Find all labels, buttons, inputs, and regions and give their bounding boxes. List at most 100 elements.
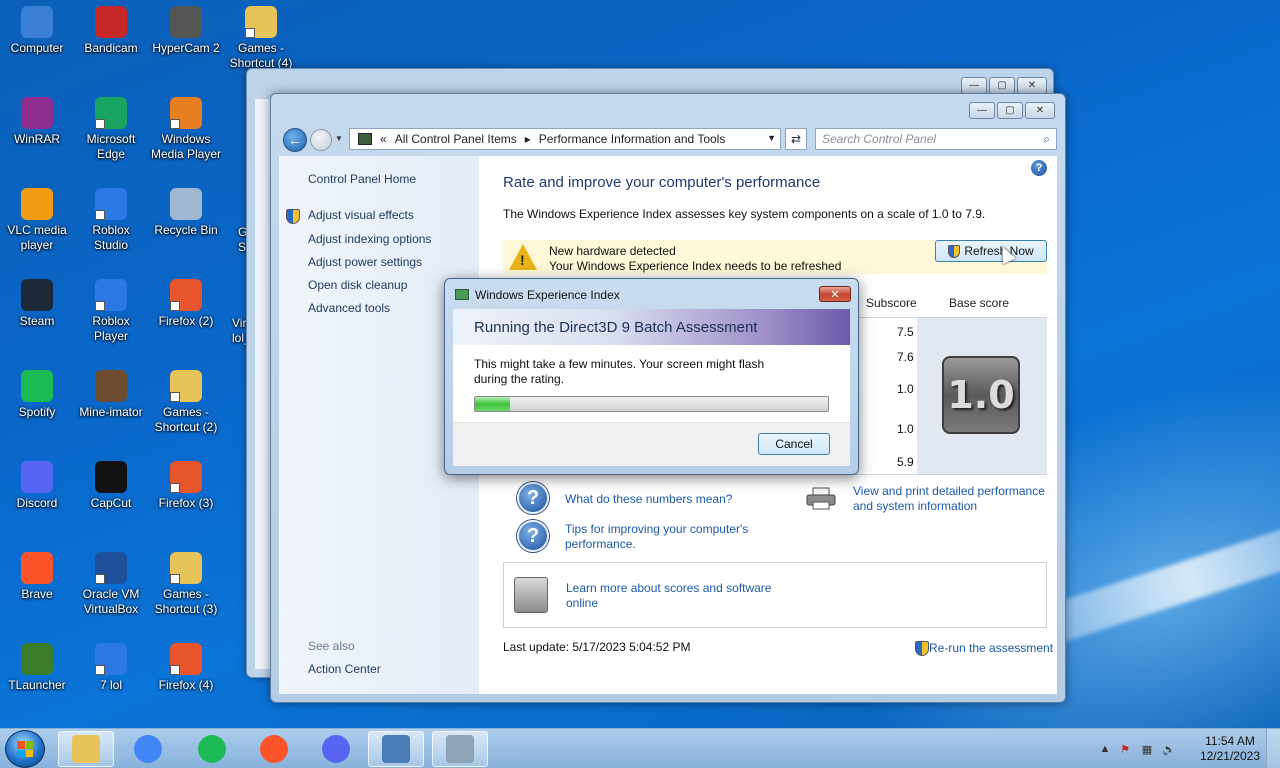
desktop-icon-label: WinRAR	[13, 132, 60, 146]
desktop-icon[interactable]: WinRAR	[0, 97, 74, 147]
control-panel-home-link[interactable]: Control Panel Home	[308, 172, 416, 186]
action-center-link[interactable]: Action Center	[308, 662, 381, 676]
breadcrumb-arrow-icon[interactable]: ▸	[525, 132, 531, 146]
desktop-icon[interactable]: Steam	[0, 279, 74, 329]
desktop-icon-label: Brave	[21, 587, 53, 601]
taskbar-button[interactable]	[184, 731, 240, 767]
control-panel-icon	[358, 133, 372, 145]
breadcrumb[interactable]: « All Control Panel Items ▸ Performance …	[349, 128, 781, 150]
network-icon[interactable]: ▦	[1140, 742, 1154, 756]
learn-more-link[interactable]: Learn more about scores and software onl…	[566, 581, 786, 611]
desktop-icon[interactable]: Microsoft Edge	[74, 97, 148, 162]
action-center-flag-icon[interactable]: ⚑	[1118, 742, 1132, 756]
close-button[interactable]: ✕	[1025, 102, 1055, 119]
taskbar-button[interactable]	[58, 731, 114, 767]
folder-icon	[170, 552, 202, 584]
experience-index-dialog[interactable]: Windows Experience Index ✕ Running the D…	[444, 278, 859, 475]
breadcrumb-separator: «	[380, 132, 387, 146]
search-input[interactable]: Search Control Panel ⌕	[815, 128, 1057, 150]
disk-cleanup-link[interactable]: Open disk cleanup	[308, 278, 407, 292]
file-explorer-icon	[72, 735, 100, 763]
desktop-icon[interactable]: Roblox Studio	[74, 188, 148, 253]
chevron-down-icon[interactable]: ▼	[767, 133, 776, 143]
desktop-icon-label: VLC media player	[7, 223, 67, 252]
minimize-button[interactable]: —	[961, 77, 987, 94]
taskbar-button[interactable]	[120, 731, 176, 767]
adjust-indexing-link[interactable]: Adjust indexing options	[308, 232, 431, 246]
desktop-icon-label: Firefox (4)	[158, 678, 214, 692]
desktop-icon[interactable]: Oracle VM VirtualBox	[74, 552, 148, 617]
desktop-icon-label: Steam	[19, 314, 55, 328]
desktop-icon[interactable]: Games - Shortcut (4)	[224, 6, 298, 71]
adjust-power-link[interactable]: Adjust power settings	[308, 255, 422, 269]
recent-pages-chevron-icon[interactable]: ▼	[335, 134, 343, 143]
adjust-visual-effects-link[interactable]: Adjust visual effects	[308, 208, 414, 222]
taskbar-button[interactable]	[368, 731, 424, 767]
desktop-icon-label: Games - Shortcut (2)	[154, 405, 218, 434]
desktop-icon[interactable]: HyperCam 2	[149, 6, 223, 56]
show-hidden-icons-icon[interactable]: ▲	[1098, 742, 1112, 756]
desktop-icon[interactable]: Mine-imator	[74, 370, 148, 420]
base-score-header: Base score	[949, 296, 1010, 310]
minimize-button[interactable]: —	[969, 102, 995, 119]
refresh-icon[interactable]: ⇄	[785, 128, 807, 150]
desktop-icon[interactable]: Firefox (4)	[149, 643, 223, 693]
desktop-icon[interactable]: Recycle Bin	[149, 188, 223, 238]
show-desktop-button[interactable]	[1266, 729, 1280, 768]
tips-improving-link[interactable]: Tips for improving your computer's perfo…	[565, 522, 765, 552]
desktop-icon[interactable]: Games - Shortcut (2)	[149, 370, 223, 435]
desktop-icon[interactable]: Roblox Player	[74, 279, 148, 344]
maximize-button[interactable]: ▢	[997, 102, 1023, 119]
start-button[interactable]	[5, 730, 45, 768]
desktop-icon[interactable]: Games - Shortcut (3)	[149, 552, 223, 617]
desktop-icon[interactable]: CapCut	[74, 461, 148, 511]
forward-arrow-icon[interactable]	[310, 129, 332, 151]
desktop-icon[interactable]: Spotify	[0, 370, 74, 420]
back-arrow-icon[interactable]: ←	[283, 128, 307, 152]
search-icon[interactable]: ⌕	[1043, 132, 1050, 147]
taskbar-button[interactable]	[432, 731, 488, 767]
rerun-assessment-link[interactable]: Re-run the assessment	[929, 641, 1053, 656]
brave-icon	[260, 735, 288, 763]
desktop-icon[interactable]: Windows Media Player	[149, 97, 223, 162]
advanced-tools-link[interactable]: Advanced tools	[308, 301, 390, 315]
desktop-icon[interactable]: Discord	[0, 461, 74, 511]
cancel-button[interactable]: Cancel	[758, 433, 830, 455]
learn-more-box: Learn more about scores and software onl…	[503, 562, 1047, 628]
desktop-icon[interactable]: Brave	[0, 552, 74, 602]
breadcrumb-performance[interactable]: Performance Information and Tools	[539, 132, 726, 146]
desktop-icon[interactable]: 7 lol	[74, 643, 148, 693]
help-icon[interactable]: ?	[1031, 160, 1047, 176]
software-box-icon	[514, 577, 548, 613]
help-question-icon: ?	[517, 482, 549, 514]
breadcrumb-all-items[interactable]: All Control Panel Items	[395, 132, 517, 146]
refresh-now-button[interactable]: Refresh Now	[935, 240, 1047, 262]
desktop-icon[interactable]: Computer	[0, 6, 74, 56]
clock[interactable]: 11:54 AM 12/21/2023	[1200, 734, 1260, 764]
desktop-icon[interactable]: VLC media player	[0, 188, 74, 253]
close-icon[interactable]: ✕	[819, 286, 851, 302]
warning-icon: !	[509, 244, 537, 270]
folder-icon	[245, 6, 277, 38]
shield-icon	[286, 209, 300, 224]
taskbar-button[interactable]	[308, 731, 364, 767]
firefox-icon	[170, 461, 202, 493]
maximize-button[interactable]: ▢	[989, 77, 1015, 94]
close-button[interactable]: ✕	[1017, 77, 1047, 94]
volume-muted-icon[interactable]: 🔈	[1162, 742, 1176, 756]
shortcut-arrow-icon	[170, 665, 180, 675]
view-print-details-link[interactable]: View and print detailed performance and …	[853, 484, 1053, 514]
shortcut-arrow-icon	[170, 392, 180, 402]
desktop-icon[interactable]: TLauncher	[0, 643, 74, 693]
desktop-icon[interactable]: Bandicam	[74, 6, 148, 56]
winrar-icon	[21, 97, 53, 129]
computer-icon	[21, 6, 53, 38]
desktop-icon[interactable]: Firefox (2)	[149, 279, 223, 329]
what-numbers-mean-link[interactable]: What do these numbers mean?	[565, 492, 732, 507]
desktop-icon-label: Windows Media Player	[150, 132, 222, 161]
base-score-badge: 1.0	[942, 356, 1020, 434]
desktop-icon[interactable]: Firefox (3)	[149, 461, 223, 511]
search-placeholder: Search Control Panel	[822, 132, 937, 146]
taskbar-button[interactable]	[246, 731, 302, 767]
desktop-icon-label: Computer	[10, 41, 64, 55]
